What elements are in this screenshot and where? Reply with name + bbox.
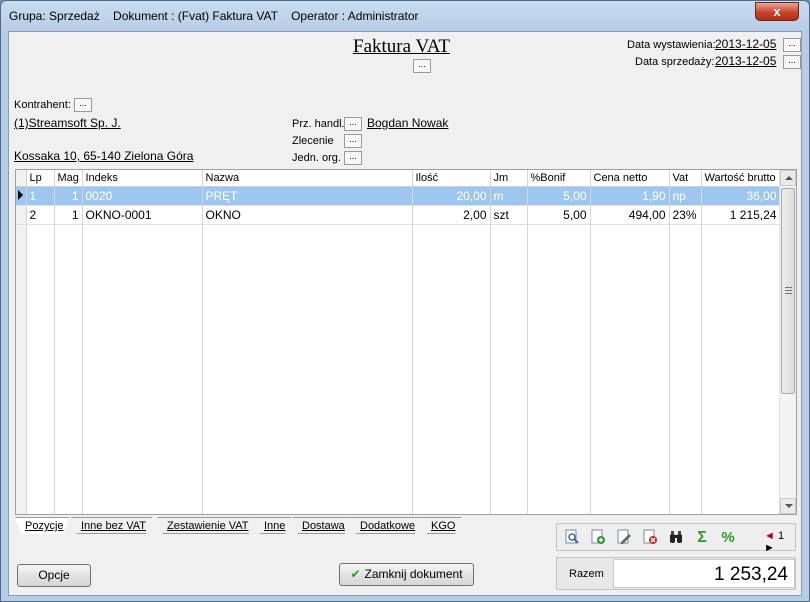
sale-date-picker-button[interactable]: ... bbox=[783, 55, 801, 69]
tab-pozycje[interactable]: Pozycje bbox=[15, 517, 70, 534]
cell-bonif[interactable]: 5,00 bbox=[527, 186, 591, 206]
checkmark-icon: ✔ bbox=[350, 567, 361, 581]
cell-mag[interactable]: 1 bbox=[54, 186, 83, 206]
cell-nazwa[interactable]: OKNO bbox=[202, 205, 413, 225]
scroll-down-icon[interactable] bbox=[780, 498, 796, 514]
table-row[interactable]: 2 1 OKNO-0001 OKNO 2,00 szt 5,00 494,00 … bbox=[16, 205, 781, 225]
cell-indeks[interactable]: 0020 bbox=[82, 186, 203, 206]
close-document-label: Zamknij dokument bbox=[364, 567, 463, 581]
cell-nazwa[interactable]: PRĘT bbox=[202, 186, 413, 206]
issue-date-value[interactable]: 2013-12-05 bbox=[715, 37, 776, 51]
preview-icon[interactable] bbox=[563, 529, 581, 547]
scroll-thumb[interactable] bbox=[781, 188, 795, 394]
window-title: Grupa: Sprzedaż Dokument : (Fvat) Faktur… bbox=[9, 9, 419, 23]
grid-header-row: Lp Mag Indeks Nazwa Ilość Jm %Bonif Cena… bbox=[16, 170, 781, 187]
doc-type-select-button[interactable]: ... bbox=[413, 59, 431, 73]
total-value: 1 253,24 bbox=[613, 559, 795, 588]
cell-lp[interactable]: 1 bbox=[26, 186, 55, 206]
column-header-ilosc[interactable]: Ilość bbox=[412, 170, 491, 187]
total-panel: Razem 1 253,24 bbox=[556, 557, 796, 590]
column-header-mag[interactable]: Mag bbox=[54, 170, 83, 187]
tab-inne[interactable]: Inne bbox=[254, 517, 291, 534]
items-table: Lp Mag Indeks Nazwa Ilość Jm %Bonif Cena… bbox=[16, 170, 781, 514]
add-icon[interactable] bbox=[589, 529, 607, 547]
issue-date-label: Data wystawienia: bbox=[627, 39, 716, 51]
column-header-cena-netto[interactable]: Cena netto bbox=[590, 170, 670, 187]
row-indicator-header bbox=[16, 170, 27, 187]
percent-icon[interactable]: % bbox=[717, 529, 739, 547]
grid-vertical-scrollbar[interactable] bbox=[779, 170, 796, 514]
sale-date-value[interactable]: 2013-12-05 bbox=[715, 54, 776, 68]
cell-wartosc-brutto[interactable]: 1 215,24 bbox=[701, 205, 781, 225]
column-header-indeks[interactable]: Indeks bbox=[82, 170, 203, 187]
prev-page-icon[interactable]: ◄ bbox=[764, 530, 775, 542]
app-window: Grupa: Sprzedaż Dokument : (Fvat) Faktur… bbox=[0, 0, 810, 602]
sales-rep-value[interactable]: Bogdan Nowak bbox=[367, 116, 448, 130]
cell-cena-netto[interactable]: 494,00 bbox=[590, 205, 670, 225]
contractor-address: Kossaka 10, 65-140 Zielona Góra bbox=[14, 149, 194, 163]
contractor-name[interactable]: (1)Streamsoft Sp. J. bbox=[14, 116, 121, 130]
issue-date-picker-button[interactable]: ... bbox=[783, 38, 801, 52]
table-row[interactable]: 1 1 0020 PRĘT 20,00 m 5,00 1,90 np 36,00 bbox=[16, 186, 781, 206]
cell-ilosc[interactable]: 20,00 bbox=[412, 186, 491, 206]
binoculars-icon[interactable] bbox=[667, 529, 685, 547]
column-header-bonif[interactable]: %Bonif bbox=[527, 170, 591, 187]
edit-icon[interactable] bbox=[615, 529, 633, 547]
next-page-icon[interactable]: ► bbox=[764, 542, 775, 554]
column-header-lp[interactable]: Lp bbox=[26, 170, 55, 187]
cell-bonif[interactable]: 5,00 bbox=[527, 205, 591, 225]
row-indicator bbox=[16, 205, 27, 225]
sigma-icon[interactable]: Σ bbox=[693, 529, 711, 547]
row-indicator bbox=[16, 186, 27, 206]
column-header-nazwa[interactable]: Nazwa bbox=[202, 170, 413, 187]
current-row-arrow-icon bbox=[18, 189, 23, 200]
items-grid[interactable]: Lp Mag Indeks Nazwa Ilość Jm %Bonif Cena… bbox=[15, 169, 797, 515]
tab-inne-bez-vat[interactable]: Inne bez VAT bbox=[71, 517, 152, 534]
cell-indeks[interactable]: OKNO-0001 bbox=[82, 205, 203, 225]
close-document-button[interactable]: ✔ Zamknij dokument bbox=[339, 563, 474, 586]
items-toolbar: Σ % ◄ 1 ► bbox=[556, 523, 796, 554]
cell-wartosc-brutto[interactable]: 36,00 bbox=[701, 186, 781, 206]
tab-dostawa[interactable]: Dostawa bbox=[292, 517, 351, 534]
column-header-wartosc-brutto[interactable]: Wartość brutto bbox=[701, 170, 781, 187]
cell-jm[interactable]: m bbox=[490, 186, 528, 206]
cell-cena-netto[interactable]: 1,90 bbox=[590, 186, 670, 206]
column-header-vat[interactable]: Vat bbox=[669, 170, 702, 187]
cell-lp[interactable]: 2 bbox=[26, 205, 55, 225]
close-button[interactable]: x bbox=[755, 2, 799, 21]
options-button[interactable]: Opcje bbox=[17, 564, 91, 587]
cell-vat[interactable]: np bbox=[669, 186, 702, 206]
document-title: Faktura VAT bbox=[353, 36, 450, 57]
scroll-up-icon[interactable] bbox=[780, 170, 796, 186]
contractor-select-button[interactable]: ... bbox=[74, 98, 92, 112]
grip-icon bbox=[785, 287, 792, 294]
tab-kgo[interactable]: KGO bbox=[421, 517, 461, 534]
org-unit-select-button[interactable]: ... bbox=[344, 151, 362, 165]
org-unit-label: Jedn. org. bbox=[292, 152, 341, 164]
total-label: Razem bbox=[569, 568, 604, 580]
document-form: Faktura VAT ... Data wystawienia: 2013-1… bbox=[8, 31, 802, 596]
page-number: 1 bbox=[777, 530, 785, 542]
sale-date-label: Data sprzedaży: bbox=[635, 56, 715, 68]
pager: ◄ 1 ► bbox=[764, 530, 795, 554]
tab-zestawienie-vat[interactable]: Zestawienie VAT bbox=[157, 517, 255, 534]
contractor-label: Kontrahent: bbox=[14, 99, 71, 111]
column-header-jm[interactable]: Jm bbox=[490, 170, 528, 187]
cell-mag[interactable]: 1 bbox=[54, 205, 83, 225]
tab-dodatkowe[interactable]: Dodatkowe bbox=[350, 517, 421, 534]
cell-ilosc[interactable]: 2,00 bbox=[412, 205, 491, 225]
cell-jm[interactable]: szt bbox=[490, 205, 528, 225]
sales-rep-select-button[interactable]: ... bbox=[344, 117, 362, 131]
title-bar: Grupa: Sprzedaż Dokument : (Fvat) Faktur… bbox=[1, 1, 809, 31]
document-tabs: Pozycje Inne bez VAT Zestawienie VAT Inn… bbox=[15, 517, 485, 535]
cell-vat[interactable]: 23% bbox=[669, 205, 702, 225]
order-select-button[interactable]: ... bbox=[344, 134, 362, 148]
delete-icon[interactable] bbox=[641, 529, 659, 547]
empty-row-filler bbox=[16, 224, 781, 514]
order-label: Zlecenie bbox=[292, 135, 334, 147]
sales-rep-label: Prz. handl. bbox=[292, 118, 345, 130]
